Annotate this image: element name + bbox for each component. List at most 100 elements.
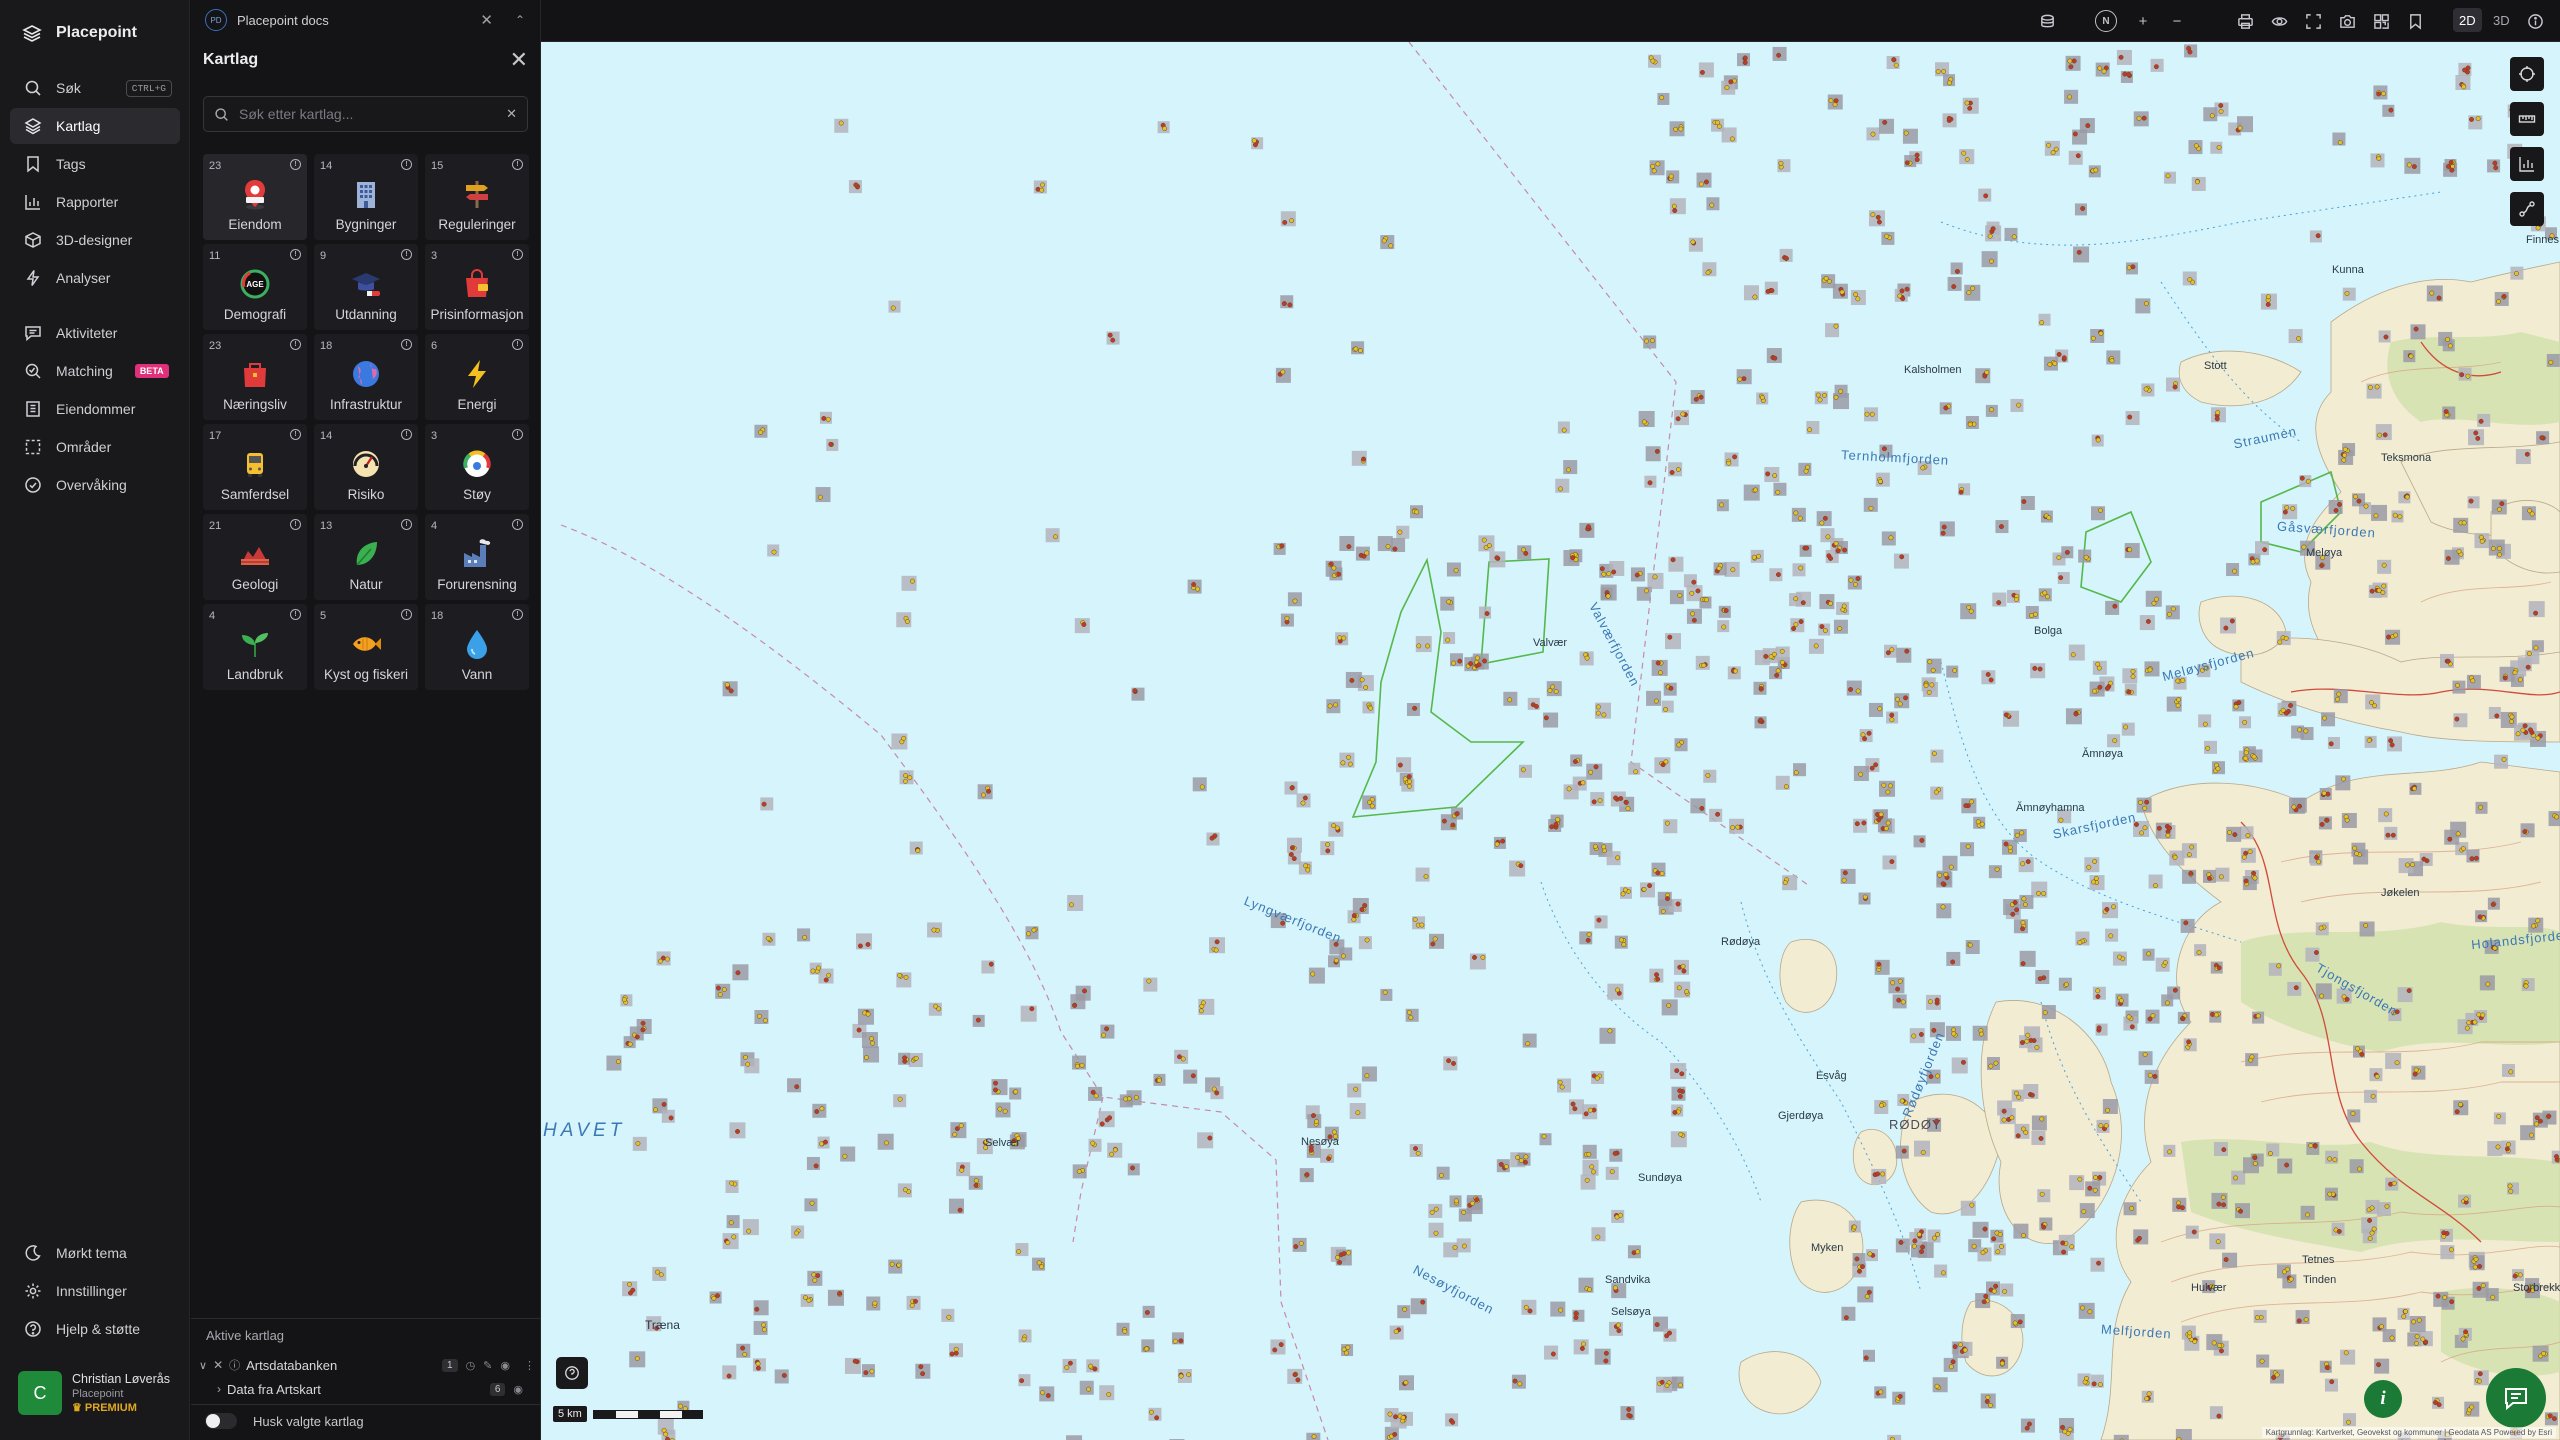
observation-point-marker[interactable]: [2013, 597, 2019, 602]
observation-point-marker[interactable]: [1612, 1285, 1618, 1291]
timer-icon[interactable]: ◷: [466, 1359, 476, 1372]
observation-point-marker[interactable]: [1677, 1088, 1683, 1094]
observation-point-marker[interactable]: [2252, 875, 2258, 881]
observation-point-marker[interactable]: [869, 1368, 875, 1374]
observation-point-marker[interactable]: [2367, 384, 2373, 390]
observation-cluster-marker[interactable]: [2073, 246, 2090, 263]
observation-point-marker[interactable]: [2183, 920, 2189, 926]
observation-point-marker[interactable]: [2126, 1014, 2132, 1020]
observation-point-marker[interactable]: [2042, 1010, 2048, 1015]
observation-point-marker[interactable]: [2501, 756, 2507, 762]
observation-point-marker[interactable]: [2337, 502, 2342, 507]
observation-point-marker[interactable]: [1626, 1412, 1632, 1418]
observation-point-marker[interactable]: [2039, 320, 2045, 326]
category-tile-landbruk[interactable]: 4 ! Landbruk: [203, 604, 307, 690]
observation-point-marker[interactable]: [1946, 115, 1952, 121]
observation-cluster-marker[interactable]: [2121, 722, 2135, 736]
observation-point-marker[interactable]: [2147, 667, 2153, 673]
observation-point-marker[interactable]: [2127, 547, 2133, 553]
observation-point-marker[interactable]: [2152, 1074, 2158, 1079]
observation-point-marker[interactable]: [2444, 1230, 2450, 1236]
observation-point-marker[interactable]: [1634, 572, 1640, 578]
print-button[interactable]: [2233, 9, 2257, 33]
observation-point-marker[interactable]: [1833, 394, 1839, 400]
info-icon[interactable]: !: [401, 249, 412, 260]
observation-point-marker[interactable]: [1940, 904, 1946, 910]
observation-point-marker[interactable]: [1358, 348, 1363, 353]
observation-point-marker[interactable]: [2479, 538, 2485, 544]
observation-point-marker[interactable]: [1855, 576, 1861, 582]
observation-point-marker[interactable]: [2445, 658, 2451, 664]
visibility-eye-icon[interactable]: ◉: [513, 1383, 523, 1396]
observation-point-marker[interactable]: [1691, 617, 1697, 623]
observation-point-marker[interactable]: [2001, 1117, 2007, 1123]
observation-point-marker[interactable]: [1433, 1230, 1439, 1236]
observation-point-marker[interactable]: [1543, 715, 1549, 721]
observation-point-marker[interactable]: [2096, 665, 2102, 671]
observation-cluster-marker[interactable]: [1947, 276, 1962, 291]
observation-point-marker[interactable]: [2098, 1123, 2104, 1129]
observation-point-marker[interactable]: [2137, 1235, 2142, 1241]
observation-point-marker[interactable]: [2388, 107, 2394, 113]
observation-point-marker[interactable]: [781, 1373, 787, 1378]
observation-point-marker[interactable]: [869, 1036, 874, 1042]
observation-point-marker[interactable]: [1457, 658, 1463, 664]
observation-point-marker[interactable]: [1798, 565, 1804, 571]
observation-point-marker[interactable]: [2384, 1203, 2390, 1209]
observation-point-marker[interactable]: [2141, 115, 2147, 121]
observation-point-marker[interactable]: [825, 416, 831, 422]
observation-point-marker[interactable]: [1013, 1089, 1019, 1095]
observation-point-marker[interactable]: [816, 965, 821, 971]
observation-point-marker[interactable]: [1585, 937, 1591, 943]
observation-point-marker[interactable]: [1362, 903, 1368, 908]
observation-point-marker[interactable]: [2052, 361, 2058, 366]
observation-point-marker[interactable]: [1090, 1140, 1096, 1146]
observation-point-marker[interactable]: [958, 1123, 964, 1128]
observation-point-marker[interactable]: [1941, 68, 1947, 74]
observation-point-marker[interactable]: [2001, 1108, 2007, 1114]
observation-point-marker[interactable]: [1572, 1106, 1578, 1112]
observation-point-marker[interactable]: [2389, 742, 2395, 748]
observation-point-marker[interactable]: [2075, 153, 2081, 159]
observation-point-marker[interactable]: [665, 956, 670, 962]
observation-point-marker[interactable]: [1842, 547, 1848, 553]
observation-point-marker[interactable]: [1392, 1431, 1398, 1437]
observation-point-marker[interactable]: [640, 1020, 646, 1026]
observation-point-marker[interactable]: [1681, 968, 1687, 974]
observation-cluster-marker[interactable]: [2374, 1358, 2390, 1374]
observation-point-marker[interactable]: [2508, 1188, 2514, 1194]
observation-point-marker[interactable]: [952, 1132, 958, 1137]
observation-point-marker[interactable]: [1331, 1129, 1337, 1135]
observation-point-marker[interactable]: [1860, 1264, 1865, 1270]
observation-point-marker[interactable]: [915, 848, 921, 854]
observation-point-marker[interactable]: [2391, 1180, 2397, 1186]
observation-point-marker[interactable]: [1966, 604, 1972, 610]
observation-point-marker[interactable]: [2104, 906, 2110, 912]
observation-point-marker[interactable]: [1895, 986, 1901, 992]
observation-point-marker[interactable]: [1763, 653, 1769, 659]
observation-point-marker[interactable]: [1039, 1264, 1045, 1270]
nav-item-help[interactable]: Hjelp & støtte: [10, 1311, 180, 1347]
observation-point-marker[interactable]: [1346, 544, 1352, 550]
observation-point-marker[interactable]: [2211, 1340, 2217, 1346]
observation-point-marker[interactable]: [2372, 703, 2378, 709]
observation-point-marker[interactable]: [1833, 540, 1839, 546]
observation-point-marker[interactable]: [1855, 296, 1861, 302]
observation-point-marker[interactable]: [2473, 855, 2479, 861]
observation-point-marker[interactable]: [2164, 1000, 2170, 1006]
observation-cluster-marker[interactable]: [1358, 936, 1372, 950]
observation-cluster-marker[interactable]: [1773, 482, 1787, 496]
observation-point-marker[interactable]: [853, 182, 859, 188]
observation-point-marker[interactable]: [1994, 866, 2000, 872]
observation-point-marker[interactable]: [1967, 422, 1973, 427]
observation-point-marker[interactable]: [2179, 1205, 2185, 1211]
observation-point-marker[interactable]: [2449, 167, 2455, 173]
observation-cluster-marker[interactable]: [1896, 647, 1912, 663]
observation-point-marker[interactable]: [1518, 1158, 1524, 1164]
observation-point-marker[interactable]: [1594, 1075, 1600, 1081]
observation-point-marker[interactable]: [2252, 1155, 2258, 1161]
observation-point-marker[interactable]: [1934, 997, 1940, 1003]
observation-point-marker[interactable]: [1517, 1381, 1523, 1387]
observation-point-marker[interactable]: [1397, 529, 1403, 535]
observation-point-marker[interactable]: [1595, 704, 1601, 710]
